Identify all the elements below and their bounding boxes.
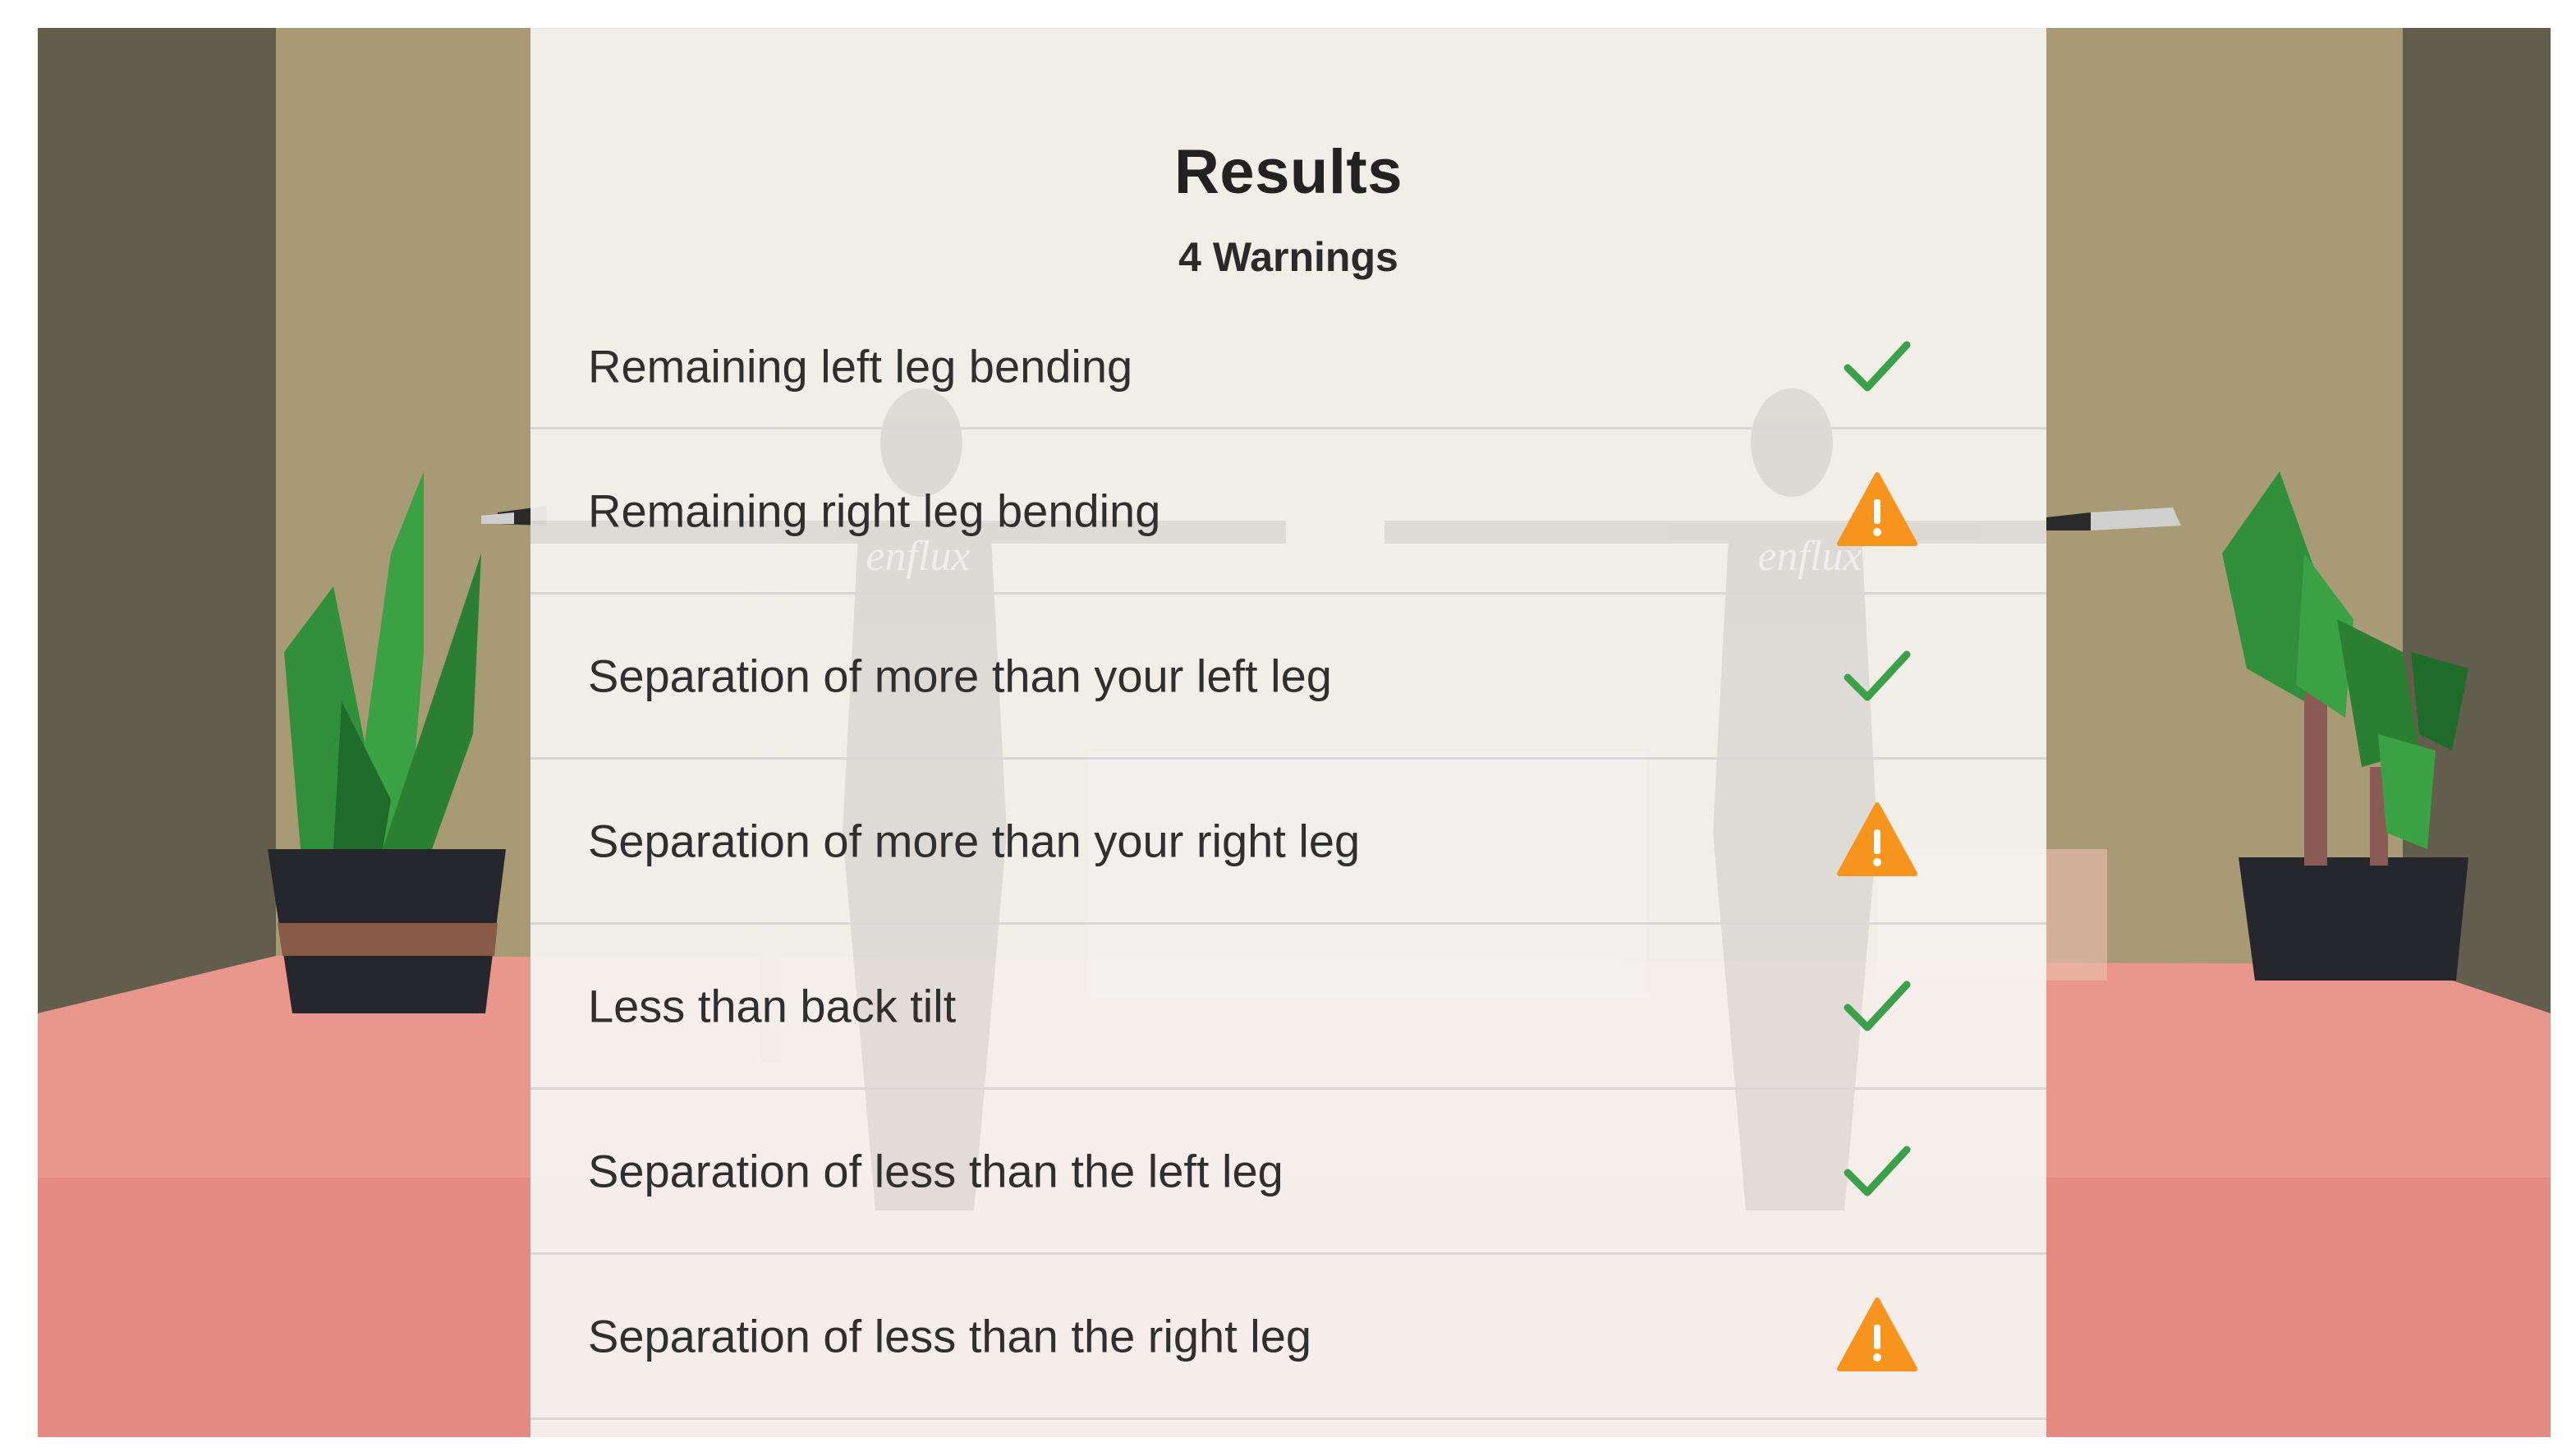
check-icon	[1836, 635, 1918, 717]
result-label: Less than back tilt	[588, 980, 957, 1032]
result-label: Separation of more than your left leg	[588, 650, 1332, 702]
results-panel: enflux enflux Results 4 Warnings Remaini…	[530, 28, 2046, 1437]
result-label: Separation of more than your right leg	[588, 815, 1361, 867]
result-row: Remaining right leg bending	[530, 429, 2046, 595]
results-list: Remaining left leg bending Remaining rig…	[530, 289, 2046, 1420]
warning-triangle-icon	[1836, 470, 1918, 552]
result-label: Remaining right leg bending	[588, 485, 1161, 537]
result-row: Separation of more than your left leg	[530, 595, 2046, 760]
result-row: Remaining left leg bending	[530, 289, 2046, 429]
result-row: Less than back tilt	[530, 925, 2046, 1090]
check-icon	[1836, 965, 1918, 1047]
result-label: Separation of less than the left leg	[588, 1145, 1284, 1197]
check-icon	[1836, 325, 1918, 407]
page-title: Results	[1173, 137, 1403, 207]
warning-triangle-icon	[1836, 1295, 1918, 1377]
result-row: Separation of less than the left leg	[530, 1090, 2046, 1255]
result-row: Separation of more than your right leg	[530, 760, 2046, 925]
result-label: Remaining left leg bending	[588, 340, 1133, 393]
warning-triangle-icon	[1836, 800, 1918, 882]
result-row: Separation of less than the right leg	[530, 1255, 2046, 1420]
check-icon	[1836, 1130, 1918, 1212]
warnings-count: 4 Warnings	[1178, 234, 1398, 280]
result-label: Separation of less than the right leg	[588, 1310, 1312, 1362]
